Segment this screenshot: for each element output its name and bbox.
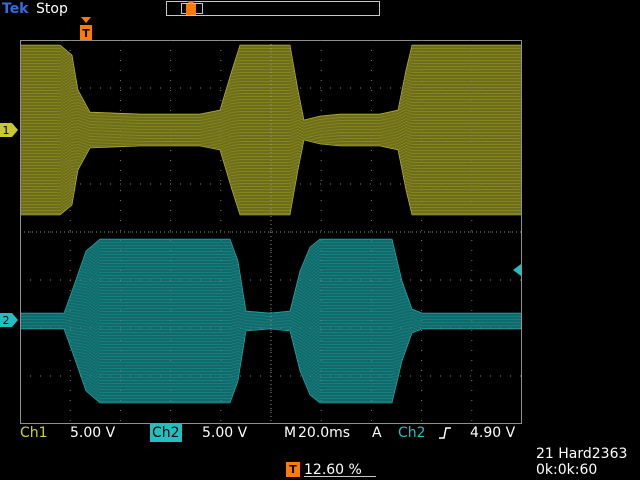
trigger-mode: A xyxy=(372,425,382,441)
brand-logo: Tek xyxy=(2,1,29,17)
trigger-position-underline xyxy=(304,476,376,477)
ch2-scale: 5.00 V xyxy=(202,425,248,441)
timebase-label: M xyxy=(284,425,297,441)
ch2-label[interactable]: Ch2 xyxy=(150,424,182,442)
ch2-ground-marker[interactable]: 2 xyxy=(0,313,18,327)
svg-text:2: 2 xyxy=(3,314,10,327)
svg-text:1: 1 xyxy=(3,124,10,137)
timer-readout: 0k:0k:60 xyxy=(536,462,598,478)
waveform-display[interactable] xyxy=(20,40,522,424)
ch1-ground-marker[interactable]: 1 xyxy=(0,123,18,137)
readout-bar: Ch1 5.00 V Ch2 5.00 V M 20.0ms A Ch2 4.9… xyxy=(0,424,640,442)
ch1-label[interactable]: Ch1 xyxy=(20,424,48,442)
trigger-level-marker[interactable] xyxy=(511,264,521,276)
trigger-level[interactable]: 4.90 V xyxy=(470,424,515,442)
trigger-position-mini-icon xyxy=(186,1,196,15)
run-state: Stop xyxy=(36,1,68,17)
timebase-value[interactable]: 20.0ms xyxy=(298,424,350,442)
rising-edge-icon xyxy=(439,427,451,439)
ch1-scale: 5.00 V xyxy=(70,425,116,441)
trigger-position-value-icon: T xyxy=(286,462,300,477)
file-name: 21 Hard2363 xyxy=(536,446,628,462)
trigger-position-label: T xyxy=(82,27,90,40)
trigger-source[interactable]: Ch2 xyxy=(398,424,426,442)
